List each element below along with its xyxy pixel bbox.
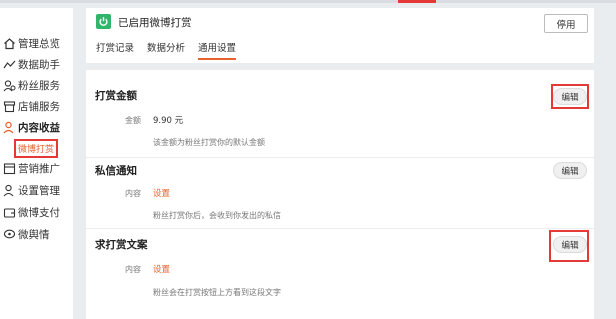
section-title-dm-notice: 私信通知 xyxy=(95,165,137,177)
sidebar-item-label: 管理总览 xyxy=(18,37,60,50)
field-label: 内容 xyxy=(125,265,141,274)
sidebar-item-label: 数据助手 xyxy=(18,58,60,71)
header-card: 已启用微博打赏 停用 打赏记录 数据分析 通用设置 xyxy=(86,8,594,63)
promo-icon xyxy=(3,162,16,175)
store-icon xyxy=(3,100,16,113)
hint-text: 该金额为粉丝打赏你的默认金额 xyxy=(153,138,265,147)
divider xyxy=(86,157,594,158)
sidebar-item-marketing[interactable]: 营销推广 xyxy=(3,159,71,177)
sidebar-item-overview[interactable]: 管理总览 xyxy=(3,34,71,52)
sidebar-item-label: 店铺服务 xyxy=(18,100,60,113)
sidebar-item-label: 营销推广 xyxy=(18,162,60,175)
tab-bar: 打赏记录 数据分析 通用设置 xyxy=(96,40,249,60)
settings-panel: 打赏金额 编辑 金额 9.90 元 该金额为粉丝打赏你的默认金额 私信通知 编辑… xyxy=(86,70,594,319)
field-label: 内容 xyxy=(125,189,141,198)
section-title-tip-copy: 求打赏文案 xyxy=(95,239,148,251)
power-icon xyxy=(96,14,111,29)
tab-tip-records[interactable]: 打赏记录 xyxy=(96,40,134,60)
trend-icon xyxy=(3,58,16,71)
edit-tip-amount-button[interactable]: 编辑 xyxy=(553,88,587,105)
sidebar-item-label: 微舆情 xyxy=(18,228,50,241)
sidebar-item-label: 粉丝服务 xyxy=(18,79,60,92)
opinion-icon xyxy=(3,228,16,241)
hint-text: 粉丝打赏你后，会收到你发出的私信 xyxy=(153,211,281,220)
sidebar-item-label: 微博支付 xyxy=(18,206,60,219)
user-coin-icon xyxy=(3,121,16,134)
sidebar-item-label: 内容收益 xyxy=(18,121,60,134)
sidebar-item-content-revenue[interactable]: 内容收益 xyxy=(3,118,71,136)
tip-amount-value: 9.90 元 xyxy=(153,116,184,126)
tip-copy-set-link[interactable]: 设置 xyxy=(153,263,170,275)
sidebar-item-data-assistant[interactable]: 数据助手 xyxy=(3,55,71,73)
sidebar-item-weibo-pay[interactable]: 微博支付 xyxy=(3,203,71,221)
sidebar-subitem-weibo-tip[interactable]: 微博打赏 xyxy=(14,139,58,158)
tab-data-analysis[interactable]: 数据分析 xyxy=(147,40,185,60)
top-border xyxy=(0,0,616,3)
edit-dm-notice-button[interactable]: 编辑 xyxy=(553,162,587,179)
edit-tip-copy-button[interactable]: 编辑 xyxy=(553,236,587,253)
sidebar: 管理总览 数据助手 粉丝服务 店铺服务 内容收益 微博打赏 营销推广 设置管理 … xyxy=(0,8,73,319)
page-title: 已启用微博打赏 xyxy=(118,17,192,29)
dm-notice-set-link[interactable]: 设置 xyxy=(153,187,170,199)
tab-general-settings[interactable]: 通用设置 xyxy=(198,40,237,60)
sidebar-item-label: 设置管理 xyxy=(18,184,60,197)
sidebar-item-store[interactable]: 店铺服务 xyxy=(3,97,71,115)
top-accent-mark xyxy=(398,0,436,3)
sidebar-item-settings[interactable]: 设置管理 xyxy=(3,181,71,199)
hint-text: 粉丝会在打赏按钮上方看到这段文字 xyxy=(153,288,281,297)
sidebar-item-opinion[interactable]: 微舆情 xyxy=(3,225,71,243)
fans-icon xyxy=(3,79,16,92)
sidebar-item-fans[interactable]: 粉丝服务 xyxy=(3,76,71,94)
home-icon xyxy=(3,37,16,50)
section-title-tip-amount: 打赏金额 xyxy=(95,90,137,102)
disable-button[interactable]: 停用 xyxy=(544,14,588,33)
field-label: 金额 xyxy=(125,116,141,125)
wallet-icon xyxy=(3,206,16,219)
settings-user-icon xyxy=(3,184,16,197)
divider xyxy=(86,228,594,229)
